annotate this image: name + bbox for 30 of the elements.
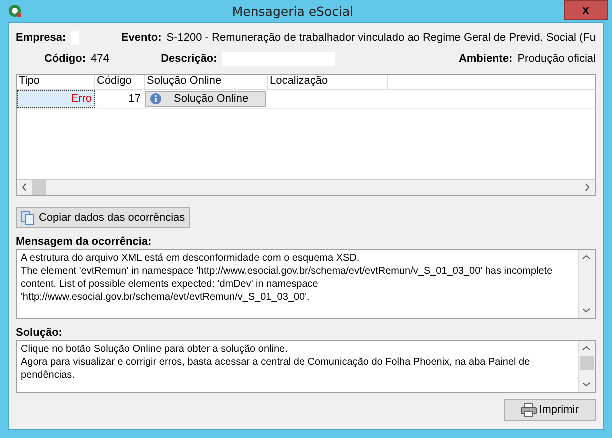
column-header[interactable]: Localização — [268, 75, 388, 89]
field-value: 474 — [90, 53, 110, 65]
copy-button[interactable]: Copiar dados das ocorrências — [16, 207, 190, 228]
field-value: S-1200 - Remuneração de trabalhador vinculado ao Regime Geral de Previd. Social (Fu — [166, 32, 596, 44]
window-title: Mensageria eSocial — [231, 4, 355, 18]
table-cell-text: 17 — [128, 92, 142, 107]
online-solution-button[interactable]: Solução Online — [145, 91, 266, 107]
field-value: Produção oficial — [518, 53, 596, 65]
app-icon — [8, 4, 22, 18]
field-label: Código: — [43, 53, 86, 65]
section-label: Mensagem da ocorrência: — [16, 236, 153, 249]
field-label: Descrição: — [160, 53, 218, 65]
info-icon — [150, 93, 162, 105]
scrollbar-thumb[interactable] — [32, 180, 46, 195]
field-label: Empresa: — [16, 32, 66, 44]
column-header[interactable]: Tipo — [17, 75, 95, 89]
close-button[interactable]: x — [564, 0, 608, 20]
column-header[interactable]: Código — [95, 75, 145, 89]
copy-icon — [21, 210, 35, 224]
table-cell[interactable]: Erro — [17, 90, 95, 108]
solution-box[interactable]: Clique no botão Solução Online para obter a solução online. Agora para visualizar e corrigir erros, basta acessar a central de Comunicação do Folha Phoenix, na aba Painel de pendências. — [16, 340, 596, 393]
print-button[interactable]: Imprimir — [504, 399, 596, 421]
printer-icon — [521, 403, 538, 417]
field-label: Ambiente: — [458, 53, 513, 65]
field-label: Evento: — [120, 32, 162, 44]
section-label: Solução: — [16, 327, 64, 340]
column-header[interactable]: Solução Online — [145, 75, 268, 89]
horizontal-scrollbar[interactable] — [17, 179, 595, 195]
message-box[interactable]: A estrutura do arquivo XML está em desconformidade com o esquema XSD. The element 'evtRemun' in namespace 'http://www.esocial.gov.br/schema/evt/evtRemun/v_S_01_03_00' has incomplete content. List of possible elements expected: 'dmDev' in namespace 'http://www.esocial.gov.br/schema/evt/evtRemun/v_S_01_03_00'. — [16, 249, 596, 319]
scrollbar-thumb[interactable] — [580, 356, 594, 370]
